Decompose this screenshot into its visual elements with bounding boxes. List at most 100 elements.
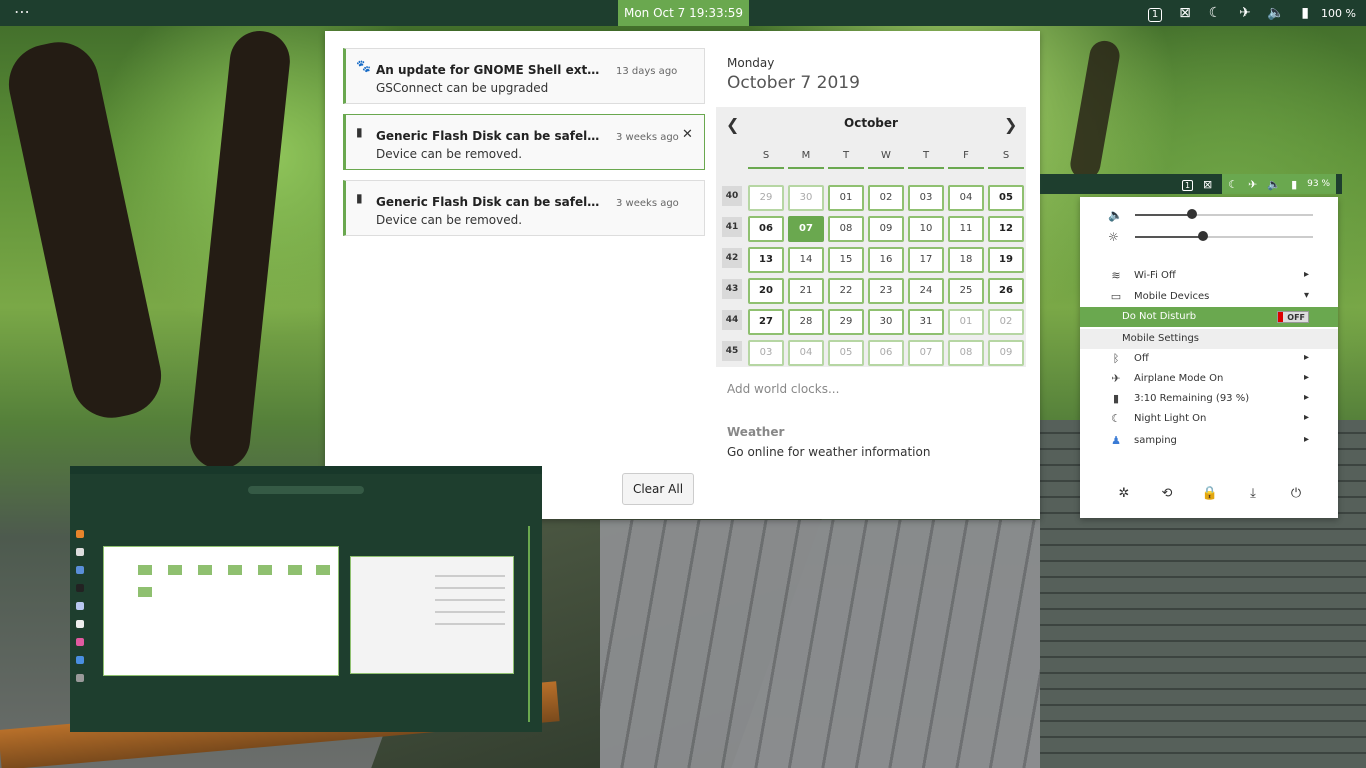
screen-share-icon[interactable]: ⊠ [1177, 5, 1193, 21]
calendar-day[interactable]: 05 [828, 340, 864, 366]
menu-item-wifi[interactable]: ≋ Wi-Fi Off ▸ [1080, 266, 1338, 286]
dock-app-icon [76, 620, 84, 628]
volume-track[interactable] [1135, 209, 1313, 219]
lock-icon[interactable]: 🔒 [1196, 486, 1224, 501]
menu-item-airplane-mode[interactable]: ✈ Airplane Mode On ▸ [1080, 369, 1338, 389]
calendar-day[interactable]: 08 [828, 216, 864, 242]
calendar-day[interactable]: 29 [748, 185, 784, 211]
mini-status-menu-button[interactable]: ☾ ✈ 🔈 ▮ 93 % [1222, 174, 1336, 194]
calendar-day[interactable]: 19 [988, 247, 1024, 273]
calendar-day[interactable]: 14 [788, 247, 824, 273]
calendar-day[interactable]: 06 [868, 340, 904, 366]
volume-slider[interactable]: 🔈 [1108, 208, 1318, 222]
calendar-day[interactable]: 18 [948, 247, 984, 273]
calendar-day[interactable]: 04 [948, 185, 984, 211]
calendar-day[interactable]: 09 [988, 340, 1024, 366]
workspace-indicator[interactable]: 1 [1182, 178, 1194, 191]
volume-icon: 🔈 [1108, 208, 1123, 222]
brightness-slider[interactable]: ☼ [1108, 230, 1318, 244]
menu-item-mobile-settings[interactable]: Mobile Settings [1080, 329, 1338, 349]
calendar-day[interactable]: 30 [788, 185, 824, 211]
calendar-day[interactable]: 10 [908, 216, 944, 242]
menu-item-battery[interactable]: ▮ 3:10 Remaining (93 %) ▸ [1080, 389, 1338, 409]
calendar-day[interactable]: 08 [948, 340, 984, 366]
do-not-disturb-toggle[interactable]: OFF [1277, 311, 1309, 323]
week-number: 41 [722, 217, 742, 237]
calendar-day[interactable]: 12 [988, 216, 1024, 242]
calendar-day[interactable]: 02 [868, 185, 904, 211]
power-icon[interactable]: ⏻ [1282, 486, 1310, 501]
calendar-day[interactable]: 15 [828, 247, 864, 273]
calendar-day[interactable]: 03 [748, 340, 784, 366]
menu-item-label: Mobile Devices [1134, 291, 1210, 302]
calendar-day[interactable]: 13 [748, 247, 784, 273]
overview-top-bar [70, 466, 542, 474]
calendar-day[interactable]: 05 [988, 185, 1024, 211]
calendar-day[interactable]: 03 [908, 185, 944, 211]
rotation-lock-icon[interactable]: ⟲ [1153, 486, 1181, 501]
folder-thumbnail [228, 565, 242, 575]
night-light-icon: ☾ [1208, 5, 1222, 21]
clear-all-button[interactable]: Clear All [622, 473, 694, 505]
calendar-day[interactable]: 30 [868, 309, 904, 335]
calendar-day[interactable]: 07 [908, 340, 944, 366]
airplane-icon: ✈ [1248, 177, 1258, 191]
calendar-day[interactable]: 11 [948, 216, 984, 242]
notification-body: GSConnect can be upgraded [376, 81, 549, 95]
calendar-day[interactable]: 24 [908, 278, 944, 304]
dock-app-icon [76, 530, 84, 538]
screen-share-icon[interactable]: ⊠ [1203, 178, 1212, 191]
workspace-indicator[interactable]: 1 [1147, 5, 1163, 22]
activities-button[interactable]: ⋯ [14, 2, 31, 21]
calendar-day[interactable]: 21 [788, 278, 824, 304]
calendar-day[interactable]: 04 [788, 340, 824, 366]
calendar-day[interactable]: 25 [948, 278, 984, 304]
weekday-underline [988, 167, 1024, 169]
menu-item-mobile-devices[interactable]: ▭ Mobile Devices ▾ [1080, 287, 1338, 307]
brightness-fill [1135, 236, 1203, 238]
menu-item-night-light[interactable]: ☾ Night Light On ▸ [1080, 409, 1338, 429]
brightness-knob[interactable] [1197, 231, 1208, 241]
calendar-day[interactable]: 31 [908, 309, 944, 335]
close-icon[interactable]: ✕ [682, 127, 693, 142]
brightness-track[interactable] [1135, 231, 1313, 241]
calendar-day[interactable]: 01 [948, 309, 984, 335]
calendar-day[interactable]: 23 [868, 278, 904, 304]
calendar-day[interactable]: 22 [828, 278, 864, 304]
weather-text[interactable]: Go online for weather information [727, 445, 930, 459]
weekday-header: T [922, 150, 930, 161]
calendar-day[interactable]: 02 [988, 309, 1024, 335]
calendar-day[interactable]: 16 [868, 247, 904, 273]
menu-item-bluetooth[interactable]: ᛒ Off ▸ [1080, 349, 1338, 369]
calendar-grid: ❮ October ❯ S M T W T F S 40 29 30 01 02 03 04 05 41 06 0… [716, 107, 1026, 367]
notification-time: 13 days ago [616, 66, 678, 77]
suspend-icon[interactable]: ⤓ [1239, 486, 1267, 501]
settings-icon[interactable]: ✲ [1110, 486, 1138, 501]
calendar-day[interactable]: 26 [988, 278, 1024, 304]
folder-thumbnail [258, 565, 272, 575]
dock-app-icon [76, 548, 84, 556]
notification-item[interactable]: ▮ Generic Flash Disk can be safely unplu… [343, 114, 705, 170]
dock-app-icon [76, 584, 84, 592]
calendar-day[interactable]: 09 [868, 216, 904, 242]
next-month-icon[interactable]: ❯ [1004, 115, 1017, 134]
notification-item[interactable]: ▮ Generic Flash Disk can be safely unplu… [343, 180, 705, 236]
calendar-day[interactable]: 29 [828, 309, 864, 335]
calendar-day[interactable]: 06 [748, 216, 784, 242]
clock-button[interactable]: Mon Oct 7 19:33:59 [618, 0, 749, 26]
brightness-icon: ☼ [1108, 230, 1119, 244]
add-world-clocks-link[interactable]: Add world clocks... [727, 382, 839, 396]
calendar-day[interactable]: 17 [908, 247, 944, 273]
calendar-day[interactable]: 01 [828, 185, 864, 211]
weather-title: Weather [727, 425, 785, 439]
notification-item[interactable]: 🐾 An update for GNOME Shell extensions a… [343, 48, 705, 104]
system-tray[interactable]: 1 ⊠ ☾ ✈ 🔈 ▮ 100 % [1147, 0, 1356, 26]
calendar-day[interactable]: 20 [748, 278, 784, 304]
menu-item-user[interactable]: ♟ samping ▸ [1080, 431, 1338, 451]
calendar-day[interactable]: 07 [788, 216, 824, 242]
settings-row-thumbnail [435, 587, 505, 589]
menu-item-do-not-disturb[interactable]: Do Not Disturb OFF [1080, 307, 1338, 327]
volume-knob[interactable] [1186, 209, 1197, 219]
calendar-day[interactable]: 28 [788, 309, 824, 335]
calendar-day[interactable]: 27 [748, 309, 784, 335]
